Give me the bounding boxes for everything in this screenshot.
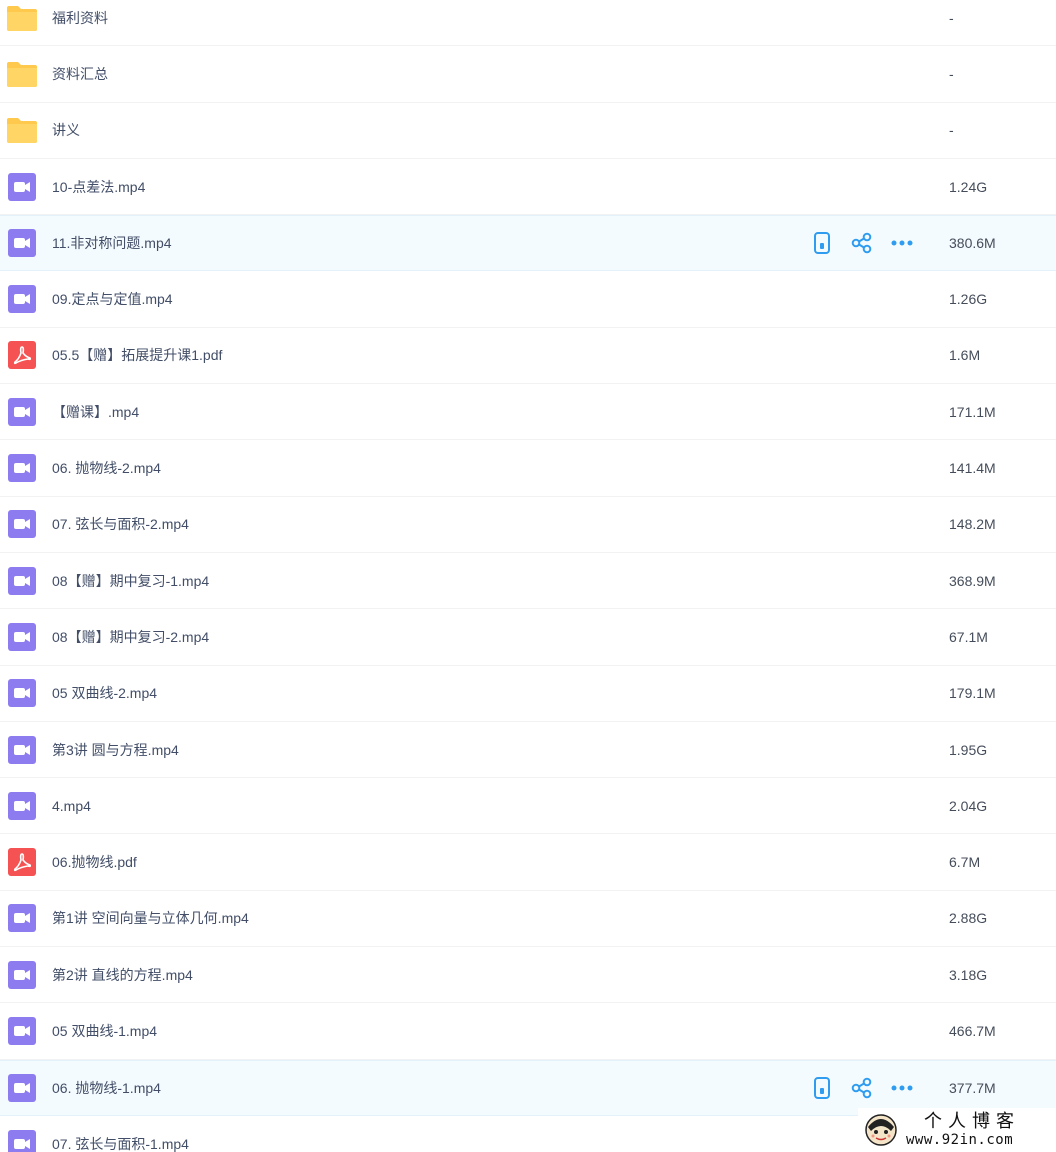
video-file-icon <box>6 452 38 484</box>
folder-icon <box>6 114 38 146</box>
video-file-icon <box>6 227 38 259</box>
file-name[interactable]: 【赠课】.mp4 <box>52 402 139 422</box>
video-file-icon <box>6 1128 38 1152</box>
video-file-icon <box>6 171 38 203</box>
file-size: 2.88G <box>949 910 988 927</box>
file-name[interactable]: 05 双曲线-1.mp4 <box>52 1021 157 1041</box>
video-file-icon <box>6 565 38 597</box>
file-row[interactable]: 4.mp4 2.04G <box>0 778 1056 835</box>
file-row[interactable]: 11.非对称问题.mp4 380.6M <box>0 215 1056 272</box>
file-size: 377.7M <box>949 1079 996 1096</box>
share-icon[interactable] <box>850 1076 874 1100</box>
file-name[interactable]: 讲义 <box>52 120 80 140</box>
file-row[interactable]: 第2讲 直线的方程.mp4 3.18G <box>0 947 1056 1004</box>
file-size: 179.1M <box>949 685 996 702</box>
file-row[interactable]: 05 双曲线-1.mp4 466.7M <box>0 1003 1056 1060</box>
file-size: 466.7M <box>949 1022 996 1039</box>
file-size: 2.04G <box>949 797 988 814</box>
file-name[interactable]: 07. 弦长与面积-2.mp4 <box>52 514 189 534</box>
video-file-icon <box>6 1015 38 1047</box>
file-size: 1.6M <box>949 347 981 364</box>
pdf-icon <box>6 339 38 371</box>
more-icon[interactable] <box>890 231 914 255</box>
file-size: 368.9M <box>949 572 996 589</box>
file-size: 1.95G <box>949 741 988 758</box>
file-size: 1.26G <box>949 291 988 308</box>
phone-icon[interactable] <box>810 1076 834 1100</box>
file-name[interactable]: 07. 弦长与面积-1.mp4 <box>52 1134 189 1152</box>
file-name[interactable]: 第3讲 圆与方程.mp4 <box>52 740 179 760</box>
file-name[interactable]: 第2讲 直线的方程.mp4 <box>52 965 193 985</box>
more-icon[interactable] <box>890 1076 914 1100</box>
file-row[interactable]: 08【赠】期中复习-1.mp4 368.9M <box>0 553 1056 610</box>
file-name[interactable]: 资料汇总 <box>52 64 108 84</box>
video-file-icon <box>6 790 38 822</box>
video-file-icon <box>6 902 38 934</box>
file-row[interactable]: 第3讲 圆与方程.mp4 1.95G <box>0 722 1056 779</box>
file-size: - <box>949 65 954 82</box>
file-size: 148.2M <box>949 516 996 533</box>
file-row[interactable]: 07. 弦长与面积-2.mp4 148.2M <box>0 497 1056 553</box>
row-actions <box>810 231 930 255</box>
row-actions <box>810 1076 930 1100</box>
file-size: - <box>949 122 954 139</box>
video-file-icon <box>6 508 38 540</box>
file-name[interactable]: 11.非对称问题.mp4 <box>52 233 172 253</box>
folder-icon <box>6 2 38 34</box>
share-icon[interactable] <box>850 231 874 255</box>
file-row[interactable]: 09.定点与定值.mp4 1.26G <box>0 271 1056 328</box>
pdf-icon <box>6 846 38 878</box>
avatar-icon <box>865 1114 897 1146</box>
file-row[interactable]: 10-点差法.mp4 1.24G <box>0 159 1056 216</box>
file-row[interactable]: 06.抛物线.pdf 6.7M <box>0 834 1056 891</box>
watermark-url: www.92in.com <box>906 1132 1014 1148</box>
file-row[interactable]: 福利资料 - <box>0 0 1056 47</box>
file-row[interactable]: 资料汇总 - <box>0 46 1056 103</box>
video-file-icon <box>6 1072 38 1104</box>
file-name[interactable]: 06. 抛物线-1.mp4 <box>52 1078 161 1098</box>
file-size: 141.4M <box>949 460 996 477</box>
file-row[interactable]: 讲义 - <box>0 103 1056 159</box>
file-name[interactable]: 06. 抛物线-2.mp4 <box>52 458 161 478</box>
file-row[interactable]: 05.5【赠】拓展提升课1.pdf 1.6M <box>0 328 1056 385</box>
video-file-icon <box>6 283 38 315</box>
phone-icon[interactable] <box>810 231 834 255</box>
file-row[interactable]: 【赠课】.mp4 171.1M <box>0 384 1056 441</box>
video-file-icon <box>6 677 38 709</box>
watermark-title: 个人博客 <box>924 1111 1020 1132</box>
file-size: 6.7M <box>949 854 981 871</box>
watermark: 个人博客 www.92in.com <box>858 1108 1056 1152</box>
file-size: 380.6M <box>949 235 996 252</box>
file-size: 3.18G <box>949 966 988 983</box>
file-name[interactable]: 09.定点与定值.mp4 <box>52 289 173 309</box>
video-file-icon <box>6 734 38 766</box>
file-name[interactable]: 第1讲 空间向量与立体几何.mp4 <box>52 908 249 928</box>
file-name[interactable]: 10-点差法.mp4 <box>52 177 145 197</box>
file-size: 171.1M <box>949 403 996 420</box>
file-row[interactable]: 06. 抛物线-2.mp4 141.4M <box>0 440 1056 497</box>
file-size: 67.1M <box>949 628 988 645</box>
file-name[interactable]: 08【赠】期中复习-1.mp4 <box>52 571 209 591</box>
file-list: 福利资料 - 资料汇总 - 讲义 - 10-点差法.mp4 1.24G 11.非对称问题.mp4… <box>0 0 1056 1152</box>
file-row[interactable]: 08【赠】期中复习-2.mp4 67.1M <box>0 609 1056 666</box>
file-name[interactable]: 06.抛物线.pdf <box>52 852 137 872</box>
file-name[interactable]: 05.5【赠】拓展提升课1.pdf <box>52 345 222 365</box>
video-file-icon <box>6 621 38 653</box>
file-name[interactable]: 05 双曲线-2.mp4 <box>52 683 157 703</box>
file-row[interactable]: 05 双曲线-2.mp4 179.1M <box>0 666 1056 722</box>
file-size: - <box>949 9 954 26</box>
file-name[interactable]: 福利资料 <box>52 8 108 28</box>
file-name[interactable]: 4.mp4 <box>52 798 91 814</box>
video-file-icon <box>6 959 38 991</box>
video-file-icon <box>6 396 38 428</box>
file-name[interactable]: 08【赠】期中复习-2.mp4 <box>52 627 209 647</box>
folder-icon <box>6 58 38 90</box>
file-row[interactable]: 第1讲 空间向量与立体几何.mp4 2.88G <box>0 891 1056 948</box>
file-size: 1.24G <box>949 178 988 195</box>
